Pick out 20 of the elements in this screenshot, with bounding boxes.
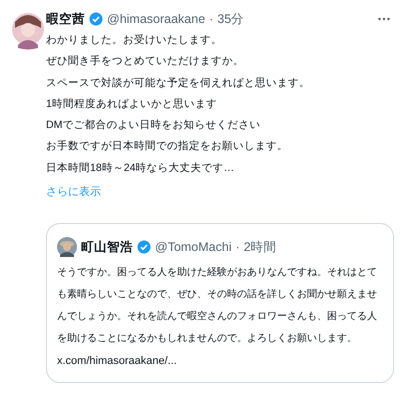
tweet-text: 日本時間18時～24時なら大丈夫です… (46, 160, 236, 176)
quote-text: そうですか。困ってる人を助けた経験がおありなんですね。それはとても素晴らしいことなので、ぜひ、その時の話を詳しくお聞かせ願えませんでしょうか。それを読んで暇空さんのフォロワーさんも、困ってる人を助けることになるかもしれませんので。よろしくお願いします。 (57, 266, 378, 346)
display-name[interactable]: 町山智浩 (81, 238, 133, 256)
tweet-text: ぜひ聞き手をつとめていただけますか。 (46, 54, 245, 70)
tweet-text: 1時間程度あればよいかと思います (46, 96, 218, 112)
tweet-text: スペースで対談が可能な予定を伺えればと思います。 (46, 76, 311, 91)
quote-card[interactable]: 町山智浩 @TomoMachi · 2時間 そうですか。困ってる人を助けた経験がおありなんですね。それはとても素晴らしいことなので、ぜひ、その時の話を詳しくお聞かせ願えませんでしょうか。それを読んで暇空さんのフォロワーさんも、困ってる人を助けることになるかもしれませんので。よろしくお願いします。 x.com/himasoraakane/... (46, 223, 394, 384)
username[interactable]: @himasoraakane (107, 10, 206, 28)
timestamp[interactable]: 2時間 (244, 238, 277, 256)
avatar-icon (57, 237, 77, 258)
display-name[interactable]: 暇空茜 (46, 10, 85, 28)
tweet-text: お手数ですが日本時間での指定をお願いします。 (46, 139, 289, 154)
separator-dot: · (209, 10, 214, 28)
username[interactable]: @TomoMachi (155, 238, 232, 256)
tweet-text: わかりました。お受けいたします。 (46, 33, 223, 48)
separator-dot: · (236, 238, 240, 256)
tweet-text: DMでご都合のよい日時をお知らせください (46, 118, 262, 134)
quote-link[interactable]: x.com/himasoraakane/... (57, 350, 383, 372)
more-icon[interactable] (378, 17, 390, 21)
timestamp[interactable]: 35分 (217, 10, 244, 28)
